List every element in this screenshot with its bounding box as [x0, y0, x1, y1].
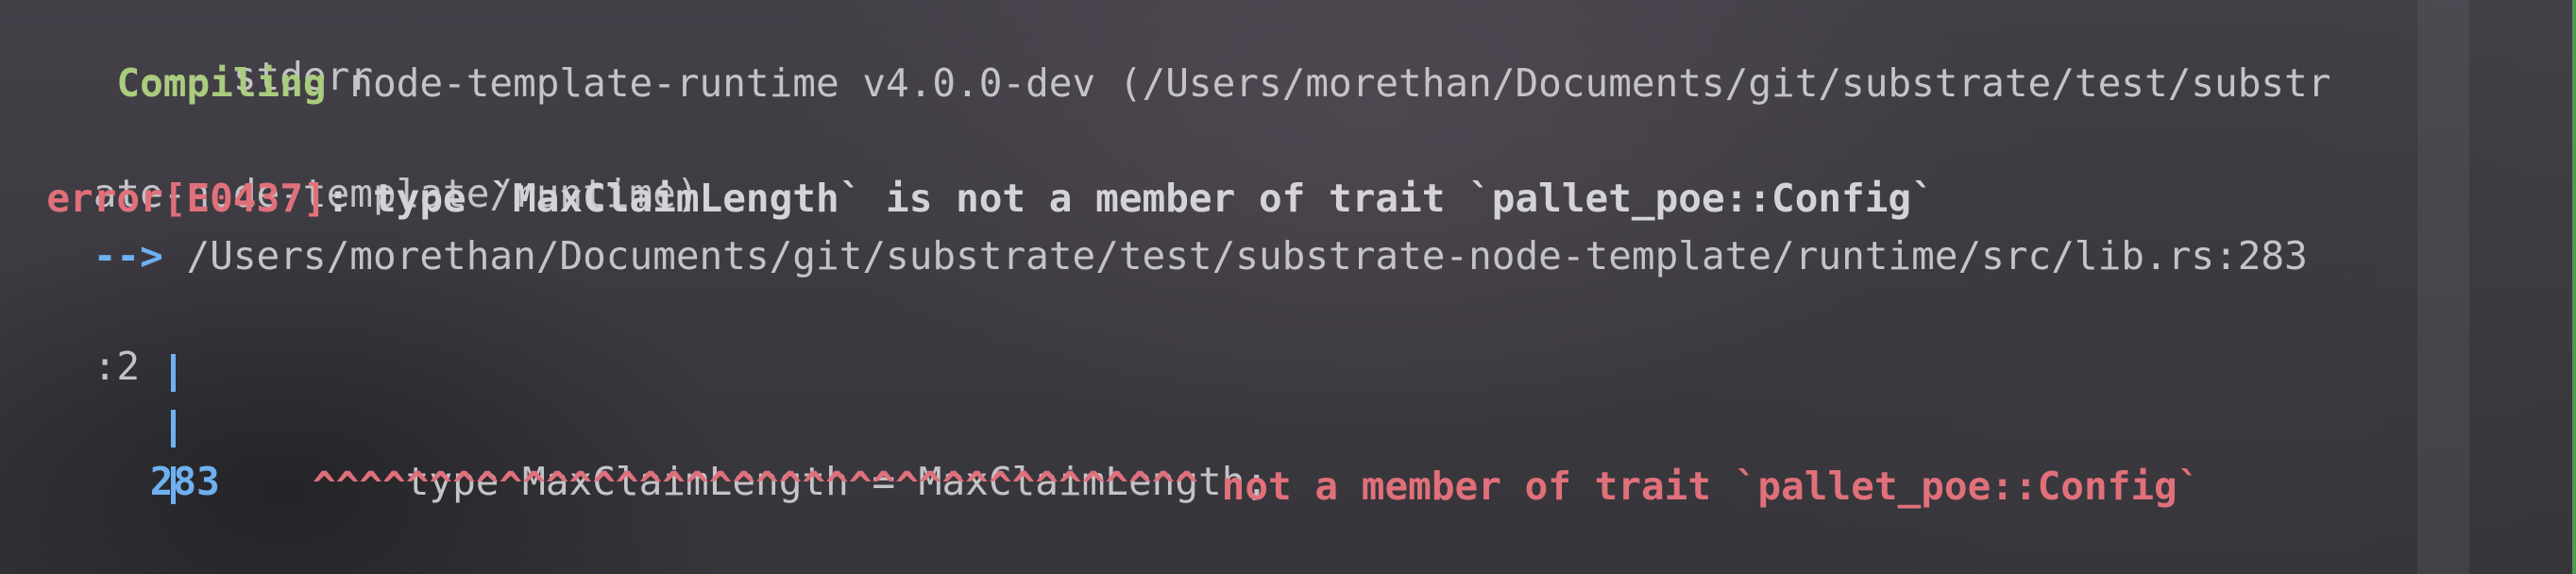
gutter-bar-bottom — [171, 466, 176, 504]
location-line: --> /Users/morethan/Documents/git/substr… — [0, 229, 2308, 282]
source-line: 283 — [57, 402, 220, 504]
location-wrap-line: :2 — [0, 287, 140, 389]
stderr-header-line: --- stderr — [0, 0, 373, 99]
compiling-label: Compiling — [116, 60, 327, 106]
compile-wrap-line: ate-node-template/runtime) — [0, 114, 700, 216]
compile-target: node-template-runtime v4.0.0-dev (/Users… — [326, 60, 2331, 106]
arrow-indent — [0, 233, 93, 279]
compile-line: Compiling node-template-runtime v4.0.0-d… — [0, 57, 2330, 110]
gutter-bar-top — [171, 354, 176, 392]
source-code-line: type MaxClaimLength = MaxClaimLength; — [313, 402, 1268, 504]
error-carets: ^^^^^^^^^^^^^^^^^^^^^^^^^^^^^^^^^^^^^^ — [313, 464, 1198, 509]
file-location-wrap: :2 — [93, 344, 141, 389]
annotation-line: ^^^^^^^^^^^^^^^^^^^^^^^^^^^^^^^^^^^^^^ n… — [313, 460, 2200, 513]
error-line: error[E0437]: type `MaxClaimLength` is n… — [0, 172, 1935, 225]
window-edge — [2572, 0, 2576, 574]
arrow-icon: --> — [93, 233, 163, 279]
error-indent — [0, 176, 46, 221]
line-number: 283 — [149, 459, 220, 504]
compile-indent — [0, 60, 116, 106]
file-location[interactable]: /Users/morethan/Documents/git/substrate/… — [163, 233, 2307, 279]
gutter-bar-middle — [171, 410, 176, 447]
error-code: error[E0437] — [46, 176, 327, 221]
terminal-output: --- stderr Compiling node-template-runti… — [0, 0, 2568, 574]
error-message: : type `MaxClaimLength` is not a member … — [326, 176, 1935, 221]
annotation-message: not a member of trait `pallet_poe::Confi… — [1198, 464, 2201, 509]
